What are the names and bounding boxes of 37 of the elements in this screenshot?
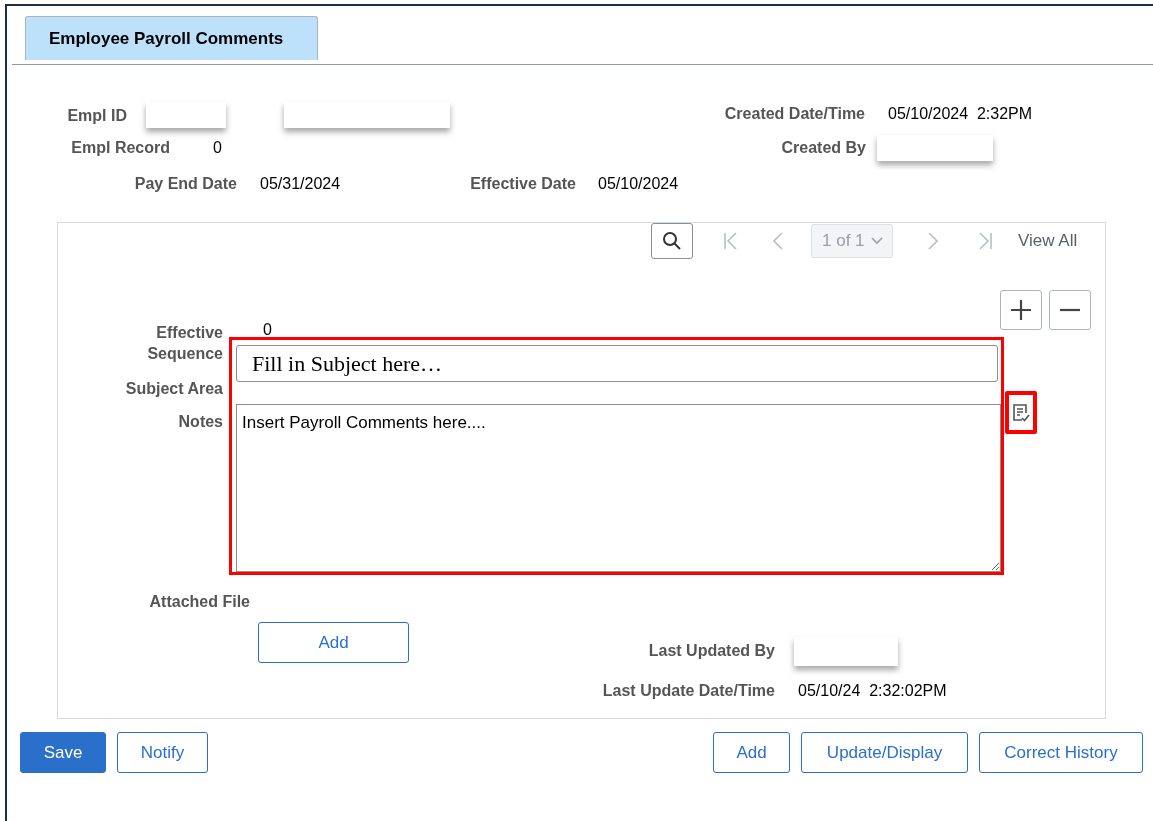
plus-icon [1010, 299, 1032, 321]
search-button[interactable] [651, 223, 693, 259]
field-label: Empl ID [66, 106, 127, 126]
notes-field[interactable]: Insert Payroll Comments here.... [236, 404, 1001, 572]
add-row-button[interactable] [1000, 290, 1042, 330]
field-value: 05/10/2024 [598, 174, 679, 194]
checklist-icon [1012, 402, 1030, 423]
add-attachment-button[interactable]: Add [258, 622, 409, 663]
action-button[interactable]: Update/Display [801, 732, 968, 773]
subject-field[interactable]: Fill in Subject here… [236, 345, 998, 382]
action-button[interactable]: Notify [117, 732, 208, 773]
field-label: Pay End Date [133, 174, 237, 194]
delete-row-button[interactable] [1049, 290, 1091, 330]
chevron-down-icon [870, 237, 883, 245]
field-label: Effective Date [469, 174, 576, 194]
field-label: Attached File [148, 592, 250, 612]
action-button[interactable]: Add [713, 732, 790, 773]
spell-check-button[interactable] [1005, 391, 1037, 434]
field-label: Empl Record [70, 138, 170, 158]
field-value: 0 [263, 322, 272, 338]
field-value: 05/10/24 2:32:02PM [798, 681, 947, 701]
action-button[interactable]: Correct History [979, 732, 1143, 773]
field-value: 05/31/2024 [260, 174, 342, 194]
search-icon [662, 231, 682, 251]
field-label: Subject Area [125, 379, 223, 399]
minus-icon [1059, 308, 1081, 312]
field-label: Created By [780, 138, 866, 158]
action-button[interactable]: Save [20, 732, 106, 773]
field-label: Notes [178, 412, 223, 432]
field-label: Effective Sequence [146, 323, 223, 364]
field-label: Created Date/Time [723, 104, 865, 124]
field-label: Last Updated By [647, 641, 775, 661]
view-all-link[interactable]: View All [1018, 228, 1078, 254]
field-value: 05/10/2024 2:32PM [888, 104, 1033, 124]
field-label: Last Update Date/Time [601, 681, 775, 701]
field-value: 0 [213, 138, 223, 158]
tab[interactable]: Employee Payroll Comments [25, 16, 318, 60]
